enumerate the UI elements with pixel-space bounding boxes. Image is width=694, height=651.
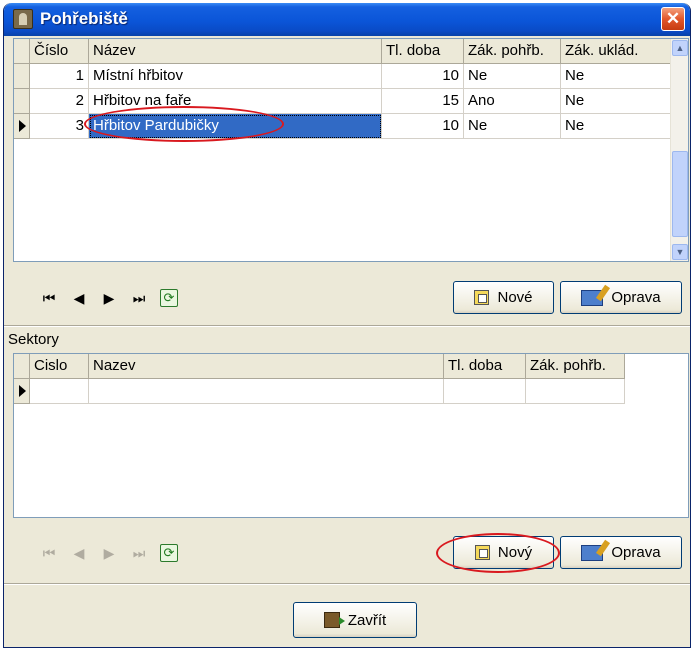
refresh-icon[interactable]: ⟳ [160, 544, 178, 562]
cell-tl-doba[interactable]: 15 [382, 89, 464, 114]
sectors-grid[interactable]: Cislo Nazev Tl. doba Zák. pohřb. [13, 353, 689, 518]
cell-cislo[interactable]: 2 [30, 89, 89, 114]
current-row-indicator[interactable] [14, 379, 30, 404]
scroll-down-button[interactable]: ▼ [672, 244, 688, 260]
table-row[interactable]: 1 Místní hřbitov 10 Ne Ne [14, 64, 671, 89]
cemetery-grid[interactable]: Číslo Název Tl. doba Zák. pohřb. Zák. uk… [13, 38, 689, 262]
cell-zak-pohrb[interactable] [526, 379, 625, 404]
record-navigator: ⏮ ◀ ▶ ⏭ ⟳ [34, 286, 178, 310]
prev-record-icon[interactable]: ◀ [64, 286, 94, 310]
cell-nazev[interactable] [89, 379, 444, 404]
close-window-button[interactable]: ✕ [661, 7, 685, 31]
sectors-label: Sektory [8, 331, 59, 348]
scroll-up-button[interactable]: ▲ [672, 40, 688, 56]
cell-zak-uklad[interactable]: Ne [561, 64, 671, 89]
new-sector-label: Nový [497, 544, 533, 561]
cell-zak-pohrb[interactable]: Ano [464, 89, 561, 114]
cell-cislo[interactable]: 1 [30, 64, 89, 89]
edit-cemetery-label: Oprava [611, 289, 661, 306]
cell-nazev[interactable]: Hřbitov Pardubičky [89, 114, 382, 139]
row-indicator-header [14, 354, 30, 379]
new-icon [474, 545, 490, 560]
row-indicator-header [14, 39, 30, 64]
next-record-icon[interactable]: ▶ [94, 541, 124, 565]
column-header-nazev[interactable]: Název [89, 39, 382, 64]
current-row-indicator[interactable] [14, 114, 30, 139]
prev-record-icon[interactable]: ◀ [64, 541, 94, 565]
cemetery-icon [13, 9, 33, 29]
column-header-tl-doba[interactable]: Tl. doba [444, 354, 526, 379]
last-record-icon[interactable]: ⏭ [124, 541, 154, 565]
cell-nazev[interactable]: Hřbitov na faře [89, 89, 382, 114]
cell-cislo[interactable] [30, 379, 89, 404]
window-title: Pohřebiště [40, 9, 128, 28]
cell-nazev[interactable]: Místní hřbitov [89, 64, 382, 89]
scroll-thumb[interactable] [672, 151, 688, 237]
column-header-zak-uklad[interactable]: Zák. uklád. [561, 39, 671, 64]
divider [4, 325, 690, 327]
next-record-icon[interactable]: ▶ [94, 286, 124, 310]
column-header-zak-pohrb[interactable]: Zák. pohřb. [526, 354, 625, 379]
table-row-selected[interactable]: 3 Hřbitov Pardubičky 10 Ne Ne [14, 114, 671, 139]
close-button-label: Zavřít [347, 611, 387, 629]
table-row-empty[interactable] [14, 379, 625, 404]
first-record-icon[interactable]: ⏮ [34, 286, 64, 310]
edit-icon [581, 544, 604, 561]
cell-zak-pohrb[interactable]: Ne [464, 114, 561, 139]
table-row[interactable]: 2 Hřbitov na faře 15 Ano Ne [14, 89, 671, 114]
cell-tl-doba[interactable]: 10 [382, 114, 464, 139]
cell-zak-pohrb[interactable]: Ne [464, 64, 561, 89]
first-record-icon[interactable]: ⏮ [34, 541, 64, 565]
last-record-icon[interactable]: ⏭ [124, 286, 154, 310]
divider [4, 583, 690, 585]
cell-tl-doba[interactable]: 10 [382, 64, 464, 89]
cell-cislo[interactable]: 3 [30, 114, 89, 139]
cell-tl-doba[interactable] [444, 379, 526, 404]
edit-icon [581, 289, 604, 306]
vertical-scrollbar[interactable]: ▲ ▼ [670, 39, 688, 261]
column-header-cislo[interactable]: Cislo [30, 354, 89, 379]
exit-icon [323, 612, 345, 628]
row-indicator[interactable] [14, 89, 30, 114]
column-header-tl-doba[interactable]: Tl. doba [382, 39, 464, 64]
sector-record-navigator: ⏮ ◀ ▶ ⏭ ⟳ [34, 541, 178, 565]
edit-sector-button[interactable]: Oprava [560, 536, 682, 569]
cell-zak-uklad[interactable]: Ne [561, 89, 671, 114]
column-header-cislo[interactable]: Číslo [30, 39, 89, 64]
row-indicator[interactable] [14, 64, 30, 89]
cell-zak-uklad[interactable]: Ne [561, 114, 671, 139]
column-header-zak-pohrb[interactable]: Zák. pohřb. [464, 39, 561, 64]
edit-cemetery-button[interactable]: Oprava [560, 281, 682, 314]
new-sector-button[interactable]: Nový [453, 536, 554, 569]
sectors-grid-header: Cislo Nazev Tl. doba Zák. pohřb. [14, 354, 645, 379]
new-icon [474, 290, 490, 305]
cemetery-window: Pohřebiště ✕ Číslo Název Tl. doba Zák. p… [3, 3, 691, 648]
new-cemetery-label: Nové [497, 289, 533, 306]
close-button[interactable]: Zavřít [293, 602, 417, 638]
cemetery-grid-header: Číslo Název Tl. doba Zák. pohřb. Zák. uk… [14, 39, 671, 64]
column-header-nazev[interactable]: Nazev [89, 354, 444, 379]
new-cemetery-button[interactable]: Nové [453, 281, 554, 314]
title-bar[interactable]: Pohřebiště ✕ [4, 3, 690, 36]
edit-sector-label: Oprava [611, 544, 661, 561]
refresh-icon[interactable]: ⟳ [160, 289, 178, 307]
